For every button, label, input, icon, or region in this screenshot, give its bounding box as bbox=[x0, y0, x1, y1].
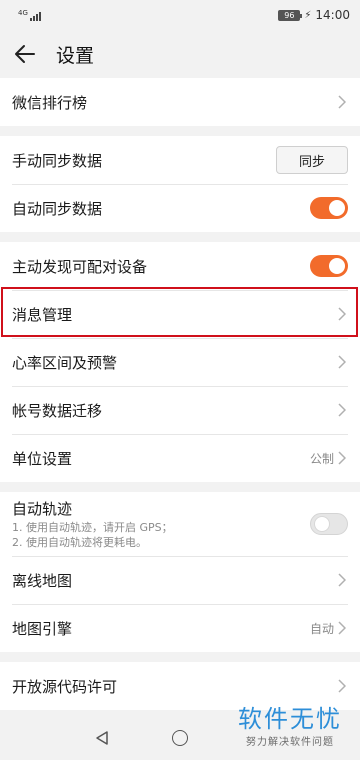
row-label: 地图引擎 bbox=[12, 619, 73, 638]
row-texts: 自动轨迹 1. 使用自动轨迹，请开启 GPS； 2. 使用自动轨迹将更耗电。 bbox=[12, 498, 173, 550]
chevron-right-icon bbox=[338, 402, 348, 418]
chevron-right-icon bbox=[338, 94, 348, 110]
row-map-engine[interactable]: 地图引擎 自动 bbox=[0, 604, 360, 652]
back-button[interactable] bbox=[14, 40, 42, 68]
chevron-right-icon bbox=[338, 572, 348, 588]
page-title: 设置 bbox=[56, 44, 95, 67]
row-label: 手动同步数据 bbox=[12, 151, 103, 170]
row-label: 心率区间及预警 bbox=[12, 353, 118, 372]
row-label: 开放源代码许可 bbox=[12, 677, 118, 696]
section-gap bbox=[0, 126, 360, 136]
row-label: 单位设置 bbox=[12, 449, 73, 468]
section-map: 自动轨迹 1. 使用自动轨迹，请开启 GPS； 2. 使用自动轨迹将更耗电。 离… bbox=[0, 492, 360, 652]
row-unit-settings[interactable]: 单位设置 公制 bbox=[0, 434, 360, 482]
charging-icon: ⚡ bbox=[304, 9, 312, 21]
network-type: 4G bbox=[18, 8, 28, 17]
chevron-right-icon bbox=[338, 306, 348, 322]
row-manual-sync: 手动同步数据 同步 bbox=[0, 136, 360, 184]
status-right: 96 ⚡ 14:00 bbox=[278, 8, 350, 22]
toggle-knob bbox=[329, 258, 345, 274]
chevron-right-icon bbox=[338, 620, 348, 636]
status-bar: 4G 96 ⚡ 14:00 bbox=[0, 0, 360, 30]
sync-button[interactable]: 同步 bbox=[276, 146, 348, 174]
battery-icon: 96 bbox=[278, 9, 303, 21]
toggle-knob bbox=[329, 200, 345, 216]
row-right: 自动 bbox=[310, 620, 348, 637]
section-device: 主动发现可配对设备 消息管理 心率区间及预警 帐号数据迁移 单位设置 公制 bbox=[0, 242, 360, 482]
auto-track-toggle[interactable] bbox=[310, 513, 348, 535]
toggle-knob bbox=[314, 516, 330, 532]
section-gap bbox=[0, 232, 360, 242]
chevron-right-icon bbox=[338, 678, 348, 694]
row-sub-1: 1. 使用自动轨迹，请开启 GPS； bbox=[12, 521, 173, 534]
map-engine-value: 自动 bbox=[309, 621, 334, 636]
section-license: 开放源代码许可 bbox=[0, 662, 360, 710]
row-label: 离线地图 bbox=[12, 571, 73, 590]
row-message-management[interactable]: 消息管理 bbox=[0, 290, 360, 338]
unit-value: 公制 bbox=[309, 451, 334, 466]
status-left: 4G bbox=[18, 8, 41, 21]
discover-devices-toggle[interactable] bbox=[310, 255, 348, 277]
row-wechat-ranking[interactable]: 微信排行榜 bbox=[0, 78, 360, 126]
chevron-right-icon bbox=[338, 354, 348, 370]
row-label: 微信排行榜 bbox=[12, 93, 88, 112]
row-account-migration[interactable]: 帐号数据迁移 bbox=[0, 386, 360, 434]
section-wechat: 微信排行榜 bbox=[0, 78, 360, 126]
arrow-left-icon bbox=[15, 45, 35, 63]
watermark-main: 软件无忧 bbox=[238, 705, 342, 733]
signal-icon bbox=[29, 11, 41, 21]
app-header: 设置 bbox=[0, 30, 360, 78]
row-auto-sync: 自动同步数据 bbox=[0, 184, 360, 232]
row-label: 消息管理 bbox=[12, 305, 73, 324]
row-label: 自动同步数据 bbox=[12, 199, 103, 218]
row-label: 帐号数据迁移 bbox=[12, 401, 103, 420]
section-gap bbox=[0, 482, 360, 492]
row-label: 自动轨迹 bbox=[12, 500, 73, 518]
row-right: 公制 bbox=[310, 450, 348, 467]
watermark: 软件无忧 努力解决软件问题 bbox=[238, 705, 342, 748]
section-sync: 手动同步数据 同步 自动同步数据 bbox=[0, 136, 360, 232]
chevron-right-icon bbox=[338, 450, 348, 466]
row-sub-2: 2. 使用自动轨迹将更耗电。 bbox=[12, 536, 147, 549]
section-gap bbox=[0, 652, 360, 662]
watermark-sub: 努力解决软件问题 bbox=[246, 737, 334, 748]
row-offline-map[interactable]: 离线地图 bbox=[0, 556, 360, 604]
row-discover-devices: 主动发现可配对设备 bbox=[0, 242, 360, 290]
triangle-back-icon[interactable] bbox=[94, 730, 110, 750]
status-time: 14:00 bbox=[315, 8, 350, 22]
circle-home-icon[interactable] bbox=[172, 730, 188, 746]
row-label: 主动发现可配对设备 bbox=[12, 257, 148, 276]
row-auto-track: 自动轨迹 1. 使用自动轨迹，请开启 GPS； 2. 使用自动轨迹将更耗电。 bbox=[0, 492, 360, 556]
auto-sync-toggle[interactable] bbox=[310, 197, 348, 219]
row-heart-rate[interactable]: 心率区间及预警 bbox=[0, 338, 360, 386]
row-open-source-license[interactable]: 开放源代码许可 bbox=[0, 662, 360, 710]
